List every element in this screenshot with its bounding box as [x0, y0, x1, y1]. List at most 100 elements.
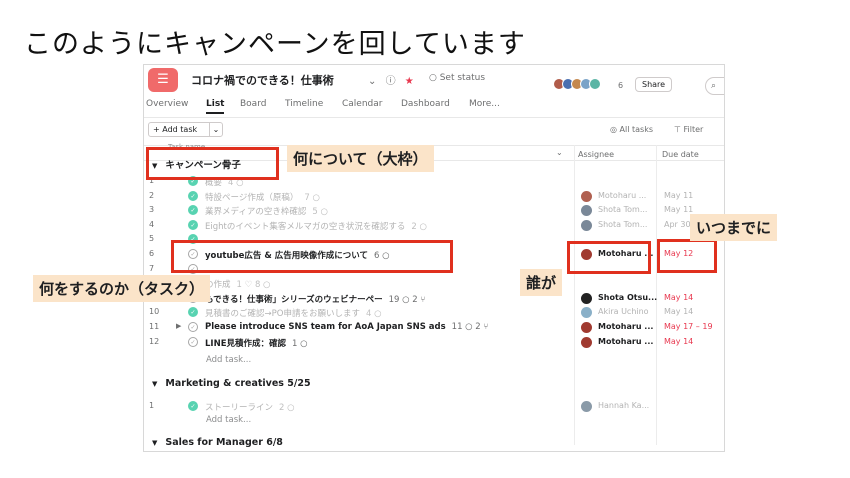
collapse-icon[interactable]: ▼: [152, 439, 157, 447]
tab-calendar[interactable]: Calendar: [342, 99, 382, 109]
complete-checkbox-icon[interactable]: ✓: [188, 219, 198, 230]
due-date[interactable]: May 14: [664, 293, 693, 302]
menu-icon[interactable]: ☰: [148, 68, 178, 92]
avatar[interactable]: [581, 307, 592, 319]
assignee-name[interactable]: Motoharu ...: [598, 337, 653, 346]
assignee-header[interactable]: Assignee: [578, 150, 614, 159]
task-title: Eightのイベント集客メルマガの空き状況を確認する: [205, 221, 406, 232]
row-number: 5: [149, 234, 155, 244]
task-name[interactable]: もできる！仕事術」シリーズのウェビナーペー 19 ○ 2 ⑂: [205, 293, 425, 305]
avatar[interactable]: [581, 322, 592, 333]
task-row[interactable]: 10 ✓ 見積書のご確認→PO申請をお願いします 4 ○ Akira Uchino May…: [144, 305, 724, 320]
add-task-link[interactable]: Add task...: [206, 355, 251, 365]
annotation-who: 誰が: [520, 269, 563, 296]
task-row[interactable]: 4 ✓ Eightのイベント集客メルマガの空き状況を確認する 2 ○ Shota Tom…: [144, 218, 724, 233]
row-number: 12: [149, 336, 160, 346]
task-title: ストーリーライン: [205, 403, 274, 413]
section-header[interactable]: ▼ Sales for Manager 6/8: [152, 437, 283, 448]
assignee-name[interactable]: Motoharu ...: [598, 322, 653, 331]
avatar[interactable]: [581, 292, 592, 304]
task-name[interactable]: ストーリーライン 2 ○: [205, 401, 295, 413]
assignee-highlight-box: [567, 241, 651, 274]
due-date[interactable]: May 14: [664, 337, 693, 346]
avatar[interactable]: [589, 78, 601, 90]
complete-checkbox-icon[interactable]: ✓: [188, 401, 198, 411]
task-row[interactable]: 8✓の作成1 ♡ 8 ○: [144, 276, 724, 291]
chevron-down-icon[interactable]: ⌄: [556, 148, 563, 157]
task-name[interactable]: Please introduce SNS team for AoA Japan …: [205, 322, 489, 332]
assignee-name[interactable]: Shota Tom...: [598, 220, 647, 229]
tab-more[interactable]: More...: [469, 99, 500, 109]
task-name[interactable]: 業界メディアの空き枠確認 5 ○: [205, 205, 328, 217]
search-icon[interactable]: ⌕: [705, 77, 724, 95]
filter-button[interactable]: ⊤ Filter: [674, 125, 703, 134]
chevron-down-icon[interactable]: ⌄: [368, 76, 376, 87]
tab-dashboard[interactable]: Dashboard: [401, 99, 450, 109]
section-header[interactable]: ▼ Marketing & creatives 5/25: [152, 378, 311, 389]
task-row[interactable]: 11 ▶ ✓ Please introduce SNS team for AoA Ja…: [144, 320, 724, 335]
project-title[interactable]: コロナ禍でのできる！仕事術: [191, 72, 334, 88]
task-title: 見積書のご確認→PO申請をお願いします: [205, 309, 360, 320]
assignee-name[interactable]: Motoharu ...: [598, 191, 646, 200]
due-date[interactable]: May 14: [664, 307, 693, 316]
task-name[interactable]: LINE見積作成：確認 1 ○: [205, 337, 308, 349]
set-status-button[interactable]: ○ Set status: [429, 73, 485, 83]
due-date[interactable]: May 11: [664, 205, 693, 214]
add-task-link[interactable]: Add task...: [206, 415, 251, 425]
task-row[interactable]: 9✓もできる！仕事術」シリーズのウェビナーペー19 ○ 2 ⑂Shota Ots…: [144, 291, 724, 306]
due-date[interactable]: May 17 – 19: [664, 322, 713, 331]
task-row[interactable]: 12 ✓ LINE見積作成：確認 1 ○ Motoharu ... May 14: [144, 335, 724, 350]
avatar[interactable]: [581, 401, 592, 412]
complete-checkbox-icon[interactable]: ✓: [188, 307, 198, 318]
add-task-button[interactable]: + Add task ⌄: [148, 122, 223, 137]
task-name[interactable]: 見積書のご確認→PO申請をお願いします 4 ○: [205, 307, 381, 319]
share-button[interactable]: Share: [635, 77, 673, 92]
complete-checkbox-icon[interactable]: ✓: [188, 322, 198, 332]
task-highlight-box: [171, 240, 453, 273]
complete-checkbox-icon[interactable]: ✓: [188, 336, 198, 347]
member-count: 6: [618, 81, 624, 90]
task-meta: 4 ○: [365, 309, 382, 320]
assignee-name[interactable]: Shota Otsu...: [598, 293, 657, 302]
row-number: 6: [149, 249, 155, 258]
complete-checkbox-icon[interactable]: ✓: [188, 205, 198, 216]
avatar[interactable]: [581, 219, 592, 231]
tab-list[interactable]: List: [206, 99, 225, 114]
assignee-name[interactable]: Shota Tom...: [598, 205, 647, 214]
tab-timeline[interactable]: Timeline: [285, 99, 323, 109]
task-row[interactable]: 2 ✓ 特設ページ作成（原稿） 7 ○ Motoharu ... May 11: [144, 189, 724, 204]
row-number: 1: [149, 401, 155, 410]
due-date[interactable]: May 11: [664, 191, 693, 200]
avatar[interactable]: [581, 190, 592, 202]
due-date[interactable]: Apr 30: [664, 220, 691, 229]
task-name[interactable]: の作成 1 ♡ 8 ○: [205, 278, 270, 290]
due-date-header[interactable]: Due date: [662, 150, 699, 159]
annotation-by-when: いつまでに: [690, 214, 778, 241]
expand-subtasks-icon[interactable]: ▶: [176, 322, 181, 330]
task-name[interactable]: 特設ページ作成（原稿） 7 ○: [205, 191, 320, 203]
task-meta: 19 ○ 2 ⑂: [388, 294, 426, 305]
annotation-what-to-do: 何をするのか（タスク）: [33, 275, 211, 302]
member-avatars[interactable]: [553, 78, 601, 93]
all-tasks-filter[interactable]: ◎ All tasks: [610, 125, 653, 134]
task-meta: 2 ○: [411, 221, 427, 232]
assignee-name[interactable]: Akira Uchino: [598, 307, 649, 316]
task-row[interactable]: 3 ✓ 業界メディアの空き枠確認 5 ○ Shota Tom... May 11: [144, 203, 724, 218]
chevron-down-icon[interactable]: ⌄: [209, 123, 222, 136]
avatar[interactable]: [581, 336, 592, 348]
tab-board[interactable]: Board: [240, 99, 266, 109]
tab-overview[interactable]: Overview: [146, 99, 188, 109]
collapse-icon[interactable]: ▼: [152, 380, 157, 388]
row-number: 7: [149, 263, 155, 273]
info-icon[interactable]: ⓘ: [386, 76, 396, 87]
task-row[interactable]: 1 ✓ ストーリーライン 2 ○ Hannah Ka...: [144, 399, 724, 414]
star-icon[interactable]: ★: [405, 76, 414, 87]
task-title: 特設ページ作成（原稿）: [205, 192, 299, 203]
complete-checkbox-icon[interactable]: ✓: [188, 190, 198, 201]
slide-title: このようにキャンペーンを回しています: [24, 29, 526, 60]
section-highlight-box: [146, 147, 279, 180]
task-name[interactable]: Eightのイベント集客メルマガの空き状況を確認する 2 ○: [205, 220, 427, 232]
section-title: Marketing & creatives 5/25: [165, 378, 311, 389]
avatar[interactable]: [581, 205, 592, 217]
assignee-name[interactable]: Hannah Ka...: [598, 401, 649, 410]
